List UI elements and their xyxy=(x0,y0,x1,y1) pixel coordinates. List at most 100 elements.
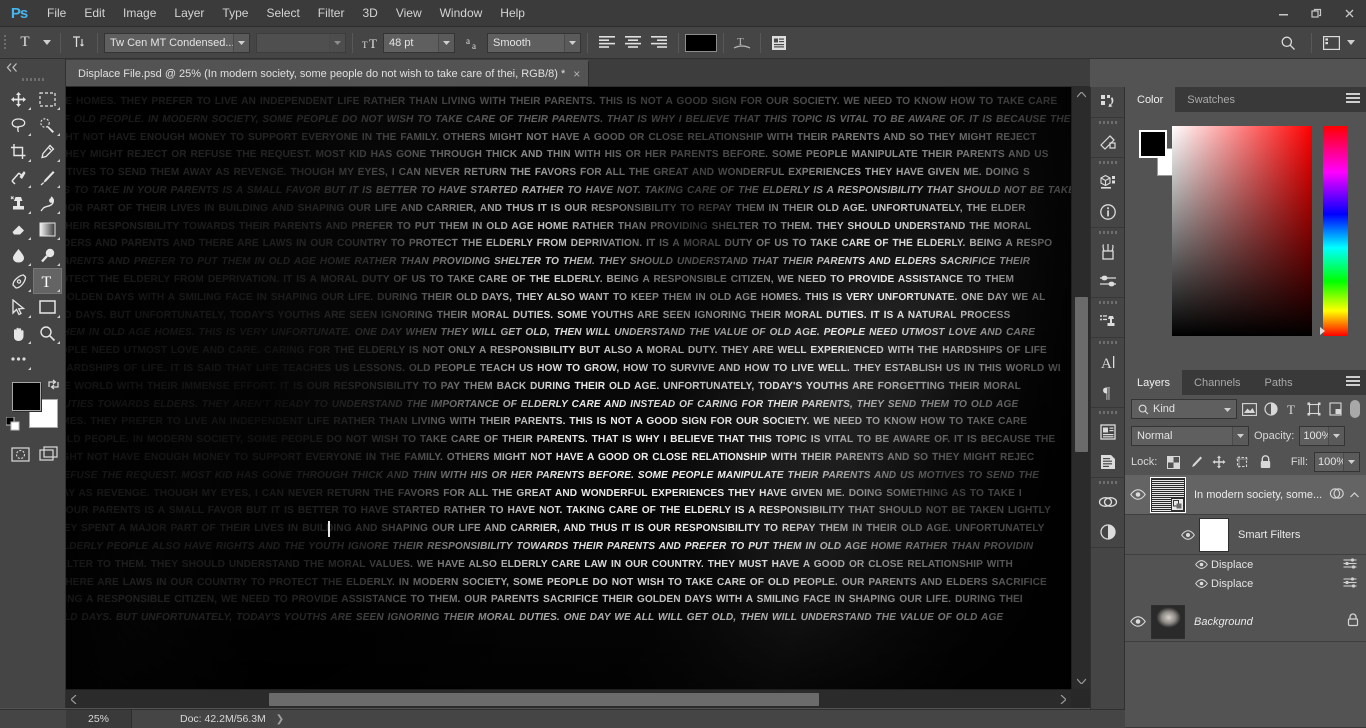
3d-panel-icon[interactable] xyxy=(1091,167,1124,197)
history-brush-tool[interactable] xyxy=(33,190,62,216)
zoom-tool[interactable] xyxy=(33,320,62,346)
menu-image[interactable]: Image xyxy=(114,0,165,27)
filter-enable-toggle[interactable] xyxy=(1350,400,1360,418)
blending-options-icon[interactable] xyxy=(1343,558,1366,572)
smart-filters-row[interactable]: Smart Filters xyxy=(1125,515,1366,555)
options-bar-grip[interactable] xyxy=(0,27,10,59)
lock-transparent-pixels-icon[interactable] xyxy=(1163,452,1183,472)
paragraph-panel-icon[interactable]: ¶ xyxy=(1091,377,1124,407)
tab-swatches[interactable]: Swatches xyxy=(1175,87,1247,112)
adjustments-layer-panel-icon[interactable] xyxy=(1091,517,1124,547)
character-panel-icon[interactable]: A xyxy=(1091,347,1124,377)
info-panel-icon[interactable] xyxy=(1091,197,1124,227)
edit-toolbar-button[interactable] xyxy=(4,346,33,372)
tab-layers[interactable]: Layers xyxy=(1125,370,1182,395)
smart-filters-mask-thumbnail[interactable] xyxy=(1199,518,1229,552)
eye-icon[interactable] xyxy=(1177,530,1199,540)
fill-chevron-icon[interactable] xyxy=(1343,453,1359,471)
text-color-swatch[interactable] xyxy=(685,34,717,52)
font-family-chevron-icon[interactable] xyxy=(233,34,249,52)
screen-mode-icon[interactable] xyxy=(34,442,62,466)
quick-mask-icon[interactable] xyxy=(6,442,34,466)
filter-shape-icon[interactable] xyxy=(1305,399,1323,419)
clone-source-panel-icon[interactable] xyxy=(1091,307,1124,337)
libraries-panel-icon[interactable] xyxy=(1091,487,1124,517)
vertical-scroll-thumb[interactable] xyxy=(1075,297,1088,452)
menu-window[interactable]: Window xyxy=(431,0,492,27)
healing-brush-tool[interactable] xyxy=(4,164,33,190)
align-center-button[interactable] xyxy=(620,32,646,54)
chevron-up-icon[interactable] xyxy=(1350,489,1359,501)
filter-pixel-icon[interactable] xyxy=(1241,399,1259,419)
layer-thumbnail[interactable] xyxy=(1151,478,1185,512)
workspace-switcher-icon[interactable] xyxy=(1318,32,1344,54)
blend-mode-combo[interactable]: Normal xyxy=(1131,426,1249,446)
tab-channels[interactable]: Channels xyxy=(1182,370,1252,395)
canvas-vertical-scrollbar[interactable] xyxy=(1071,87,1090,689)
brush-settings-panel-icon[interactable] xyxy=(1091,267,1124,297)
eye-icon[interactable] xyxy=(1125,475,1151,515)
eye-icon[interactable] xyxy=(1125,602,1151,642)
type-tool-icon[interactable]: T xyxy=(10,32,40,54)
crop-tool[interactable] xyxy=(4,138,33,164)
horizontal-scroll-thumb[interactable] xyxy=(269,693,819,706)
align-left-button[interactable] xyxy=(594,32,620,54)
blending-options-icon[interactable] xyxy=(1343,577,1366,591)
anti-alias-combo[interactable]: Smooth xyxy=(487,33,581,53)
blur-tool[interactable] xyxy=(4,242,33,268)
warp-text-button[interactable]: T xyxy=(730,32,754,54)
blend-mode-chevron-icon[interactable] xyxy=(1232,427,1248,445)
brush-panel-icon[interactable] xyxy=(1091,237,1124,267)
minimize-button[interactable] xyxy=(1267,0,1300,27)
collapse-arrows-icon[interactable] xyxy=(0,59,65,75)
status-expand-icon[interactable]: ❯ xyxy=(276,714,284,725)
filter-kind-combo[interactable]: Kind xyxy=(1131,399,1237,419)
menu-layer[interactable]: Layer xyxy=(165,0,213,27)
swap-colors-icon[interactable] xyxy=(47,378,60,394)
eyedropper-tool[interactable] xyxy=(33,138,62,164)
layer-row-smart-object[interactable]: In modern society, some... xyxy=(1125,475,1366,515)
canvas-horizontal-scrollbar[interactable] xyxy=(66,689,1071,708)
align-right-button[interactable] xyxy=(646,32,672,54)
menu-edit[interactable]: Edit xyxy=(75,0,114,27)
color-picker-field[interactable] xyxy=(1172,126,1312,336)
pen-tool[interactable] xyxy=(4,268,33,294)
horizontal-type-tool[interactable]: T xyxy=(33,268,62,294)
adjustments-panel-icon[interactable] xyxy=(1091,127,1124,157)
foreground-color-swatch[interactable] xyxy=(12,382,41,411)
opacity-combo[interactable]: 100% xyxy=(1299,426,1345,446)
close-button[interactable] xyxy=(1333,0,1366,27)
anti-alias-chevron-icon[interactable] xyxy=(564,34,580,52)
path-selection-tool[interactable] xyxy=(4,294,33,320)
filter-adjustment-icon[interactable] xyxy=(1262,399,1280,419)
filter-smartobject-icon[interactable] xyxy=(1327,399,1345,419)
layers-panel-menu-icon[interactable] xyxy=(1346,376,1360,388)
hand-tool[interactable] xyxy=(4,320,33,346)
close-tab-icon[interactable]: × xyxy=(573,68,580,80)
background-layer-thumbnail[interactable] xyxy=(1151,605,1185,639)
brush-tool[interactable] xyxy=(33,164,62,190)
font-family-combo[interactable]: Tw Cen MT Condensed... xyxy=(104,33,250,53)
eye-icon[interactable] xyxy=(1191,579,1211,588)
history-panel-icon[interactable] xyxy=(1091,87,1124,117)
filter-row-displace-2[interactable]: Displace xyxy=(1125,574,1366,593)
rectangular-marquee-tool[interactable] xyxy=(33,86,62,112)
filter-type-icon[interactable]: T xyxy=(1284,399,1302,419)
menu-view[interactable]: View xyxy=(387,0,431,27)
font-size-combo[interactable]: 48 pt xyxy=(383,33,455,53)
zoom-level-field[interactable]: 25% xyxy=(66,710,132,728)
character-paragraph-panels-button[interactable] xyxy=(767,32,791,54)
menu-file[interactable]: File xyxy=(38,0,75,27)
lock-all-icon[interactable] xyxy=(1255,452,1275,472)
eye-icon[interactable] xyxy=(1191,560,1211,569)
canvas-area[interactable]: AGE HOMES. THEY PREFER TO LIVE AN INDEPE… xyxy=(66,87,1090,708)
dodge-tool[interactable] xyxy=(33,242,62,268)
color-panel-foreground-swatch[interactable] xyxy=(1139,130,1167,158)
filter-row-displace-1[interactable]: Displace xyxy=(1125,555,1366,574)
paragraph-styles-panel-icon[interactable] xyxy=(1091,447,1124,477)
color-panel-menu-icon[interactable] xyxy=(1346,93,1360,105)
scroll-down-icon[interactable] xyxy=(1072,673,1090,689)
workspace-chevron-icon[interactable] xyxy=(1344,32,1358,54)
lock-position-icon[interactable] xyxy=(1209,452,1229,472)
lock-image-pixels-icon[interactable] xyxy=(1186,452,1206,472)
